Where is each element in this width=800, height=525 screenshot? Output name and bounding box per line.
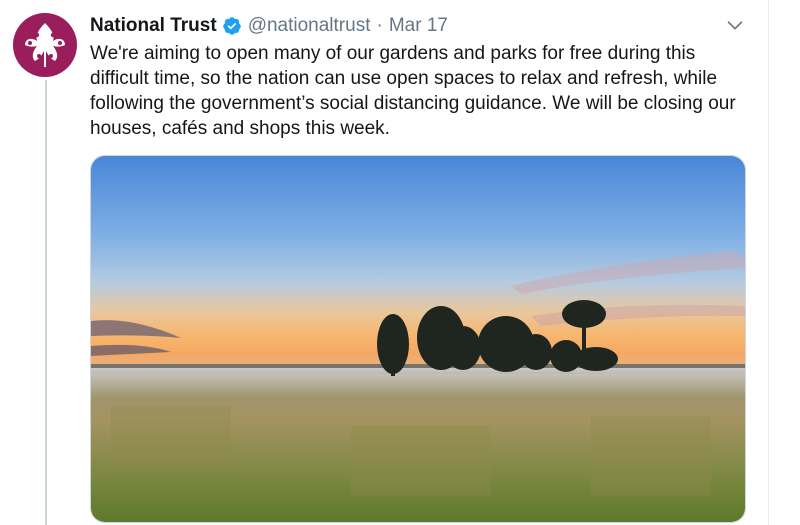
avatar[interactable]	[13, 13, 77, 77]
verified-badge-icon	[222, 17, 241, 35]
author-handle[interactable]: @nationaltrust	[248, 15, 371, 37]
separator-dot: ·	[376, 15, 383, 36]
thread-line	[45, 80, 47, 525]
tweet-card[interactable]: National Trust @nationaltrust · Mar 17 W…	[0, 0, 768, 525]
tweet-header: National Trust @nationaltrust · Mar 17	[90, 14, 448, 38]
tweet-photo[interactable]	[90, 155, 746, 523]
landscape-photo	[91, 156, 745, 522]
oak-leaf-logo-icon	[25, 23, 65, 67]
chevron-down-icon[interactable]	[724, 14, 746, 36]
author-name[interactable]: National Trust	[90, 15, 217, 37]
tweet-date[interactable]: Mar 17	[389, 15, 448, 37]
timeline-border	[768, 0, 769, 525]
tweet-text: We're aiming to open many of our gardens…	[90, 43, 736, 139]
